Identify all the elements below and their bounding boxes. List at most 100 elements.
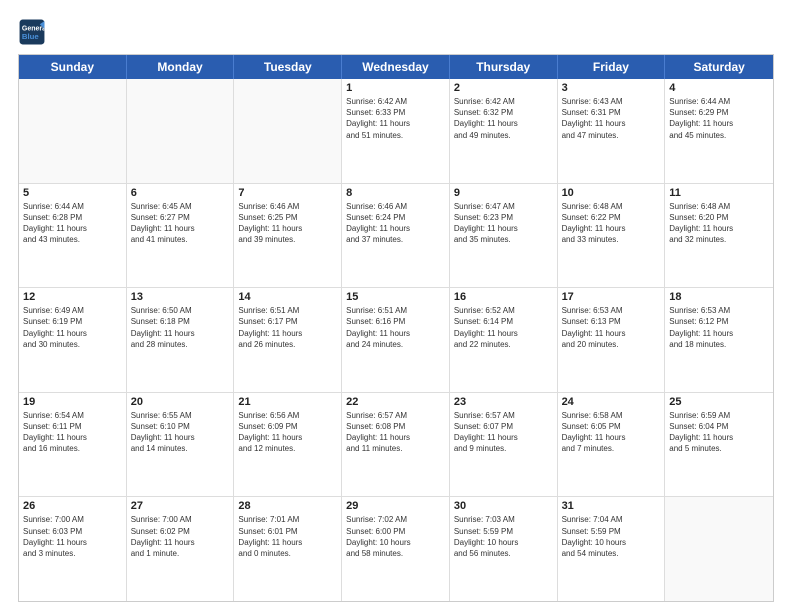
day-cell [127, 79, 235, 183]
day-cell [665, 497, 773, 601]
day-cell: 18 Sunrise: 6:53 AM Sunset: 6:12 PM Dayli… [665, 288, 773, 392]
day-info: Sunrise: 7:04 AM Sunset: 5:59 PM Dayligh… [562, 514, 661, 559]
day-number: 10 [562, 187, 661, 199]
logo: General Blue [18, 18, 46, 46]
day-number: 23 [454, 396, 553, 408]
day-info: Sunrise: 6:45 AM Sunset: 6:27 PM Dayligh… [131, 201, 230, 246]
day-info: Sunrise: 7:02 AM Sunset: 6:00 PM Dayligh… [346, 514, 445, 559]
day-number: 21 [238, 396, 337, 408]
day-cell: 13 Sunrise: 6:50 AM Sunset: 6:18 PM Dayli… [127, 288, 235, 392]
day-header: Sunday [19, 55, 127, 79]
header: General Blue [18, 18, 774, 46]
day-cell: 15 Sunrise: 6:51 AM Sunset: 6:16 PM Dayli… [342, 288, 450, 392]
day-info: Sunrise: 7:00 AM Sunset: 6:03 PM Dayligh… [23, 514, 122, 559]
week-row: 12 Sunrise: 6:49 AM Sunset: 6:19 PM Dayli… [19, 288, 773, 393]
day-number: 29 [346, 500, 445, 512]
day-cell: 26 Sunrise: 7:00 AM Sunset: 6:03 PM Dayli… [19, 497, 127, 601]
day-number: 4 [669, 82, 769, 94]
day-info: Sunrise: 6:56 AM Sunset: 6:09 PM Dayligh… [238, 410, 337, 455]
day-header: Monday [127, 55, 235, 79]
day-number: 8 [346, 187, 445, 199]
day-info: Sunrise: 6:53 AM Sunset: 6:13 PM Dayligh… [562, 305, 661, 350]
day-info: Sunrise: 6:58 AM Sunset: 6:05 PM Dayligh… [562, 410, 661, 455]
day-cell: 4Sunrise: 6:44 AM Sunset: 6:29 PM Daylig… [665, 79, 773, 183]
day-info: Sunrise: 6:59 AM Sunset: 6:04 PM Dayligh… [669, 410, 769, 455]
day-info: Sunrise: 6:46 AM Sunset: 6:24 PM Dayligh… [346, 201, 445, 246]
day-number: 27 [131, 500, 230, 512]
day-info: Sunrise: 6:57 AM Sunset: 6:08 PM Dayligh… [346, 410, 445, 455]
day-number: 18 [669, 291, 769, 303]
day-number: 13 [131, 291, 230, 303]
day-cell: 8 Sunrise: 6:46 AM Sunset: 6:24 PM Daylig… [342, 184, 450, 288]
day-number: 9 [454, 187, 553, 199]
day-info: Sunrise: 6:47 AM Sunset: 6:23 PM Dayligh… [454, 201, 553, 246]
day-number: 20 [131, 396, 230, 408]
day-number: 14 [238, 291, 337, 303]
day-info: Sunrise: 7:01 AM Sunset: 6:01 PM Dayligh… [238, 514, 337, 559]
day-cell: 17 Sunrise: 6:53 AM Sunset: 6:13 PM Dayli… [558, 288, 666, 392]
day-cell: 28 Sunrise: 7:01 AM Sunset: 6:01 PM Dayli… [234, 497, 342, 601]
day-info: Sunrise: 6:51 AM Sunset: 6:16 PM Dayligh… [346, 305, 445, 350]
day-cell: 20 Sunrise: 6:55 AM Sunset: 6:10 PM Dayli… [127, 393, 235, 497]
day-cell: 3Sunrise: 6:43 AM Sunset: 6:31 PM Daylig… [558, 79, 666, 183]
day-cell: 21 Sunrise: 6:56 AM Sunset: 6:09 PM Dayli… [234, 393, 342, 497]
day-cell [19, 79, 127, 183]
day-cell: 14 Sunrise: 6:51 AM Sunset: 6:17 PM Dayli… [234, 288, 342, 392]
day-cell: 27Sunrise: 7:00 AM Sunset: 6:02 PM Dayli… [127, 497, 235, 601]
day-cell: 19 Sunrise: 6:54 AM Sunset: 6:11 PM Dayli… [19, 393, 127, 497]
day-number: 12 [23, 291, 122, 303]
day-cell: 23 Sunrise: 6:57 AM Sunset: 6:07 PM Dayli… [450, 393, 558, 497]
day-cell: 2 Sunrise: 6:42 AM Sunset: 6:32 PM Daylig… [450, 79, 558, 183]
day-number: 1 [346, 82, 445, 94]
day-info: Sunrise: 6:54 AM Sunset: 6:11 PM Dayligh… [23, 410, 122, 455]
day-cell: 6Sunrise: 6:45 AM Sunset: 6:27 PM Daylig… [127, 184, 235, 288]
day-info: Sunrise: 6:49 AM Sunset: 6:19 PM Dayligh… [23, 305, 122, 350]
day-info: Sunrise: 6:46 AM Sunset: 6:25 PM Dayligh… [238, 201, 337, 246]
day-info: Sunrise: 6:50 AM Sunset: 6:18 PM Dayligh… [131, 305, 230, 350]
day-info: Sunrise: 6:48 AM Sunset: 6:20 PM Dayligh… [669, 201, 769, 246]
page: General Blue SundayMondayTuesdayWednesda… [0, 0, 792, 612]
day-cell: 10 Sunrise: 6:48 AM Sunset: 6:22 PM Dayli… [558, 184, 666, 288]
day-cell: 24 Sunrise: 6:58 AM Sunset: 6:05 PM Dayli… [558, 393, 666, 497]
day-info: Sunrise: 6:55 AM Sunset: 6:10 PM Dayligh… [131, 410, 230, 455]
logo-icon: General Blue [18, 18, 46, 46]
day-number: 31 [562, 500, 661, 512]
day-headers: SundayMondayTuesdayWednesdayThursdayFrid… [19, 55, 773, 79]
day-header: Wednesday [342, 55, 450, 79]
day-cell: 31 Sunrise: 7:04 AM Sunset: 5:59 PM Dayli… [558, 497, 666, 601]
day-number: 17 [562, 291, 661, 303]
day-cell: 30Sunrise: 7:03 AM Sunset: 5:59 PM Dayli… [450, 497, 558, 601]
day-number: 16 [454, 291, 553, 303]
day-number: 11 [669, 187, 769, 199]
day-info: Sunrise: 7:03 AM Sunset: 5:59 PM Dayligh… [454, 514, 553, 559]
day-cell: 1 Sunrise: 6:42 AM Sunset: 6:33 PM Daylig… [342, 79, 450, 183]
day-info: Sunrise: 6:48 AM Sunset: 6:22 PM Dayligh… [562, 201, 661, 246]
day-number: 25 [669, 396, 769, 408]
svg-text:Blue: Blue [22, 32, 40, 41]
day-number: 22 [346, 396, 445, 408]
day-cell: 16Sunrise: 6:52 AM Sunset: 6:14 PM Dayli… [450, 288, 558, 392]
day-info: Sunrise: 6:53 AM Sunset: 6:12 PM Dayligh… [669, 305, 769, 350]
day-number: 2 [454, 82, 553, 94]
day-header: Thursday [450, 55, 558, 79]
calendar: SundayMondayTuesdayWednesdayThursdayFrid… [18, 54, 774, 602]
day-number: 15 [346, 291, 445, 303]
day-number: 26 [23, 500, 122, 512]
day-header: Tuesday [234, 55, 342, 79]
day-cell: 22 Sunrise: 6:57 AM Sunset: 6:08 PM Dayli… [342, 393, 450, 497]
day-number: 19 [23, 396, 122, 408]
day-number: 24 [562, 396, 661, 408]
day-info: Sunrise: 6:51 AM Sunset: 6:17 PM Dayligh… [238, 305, 337, 350]
day-cell: 9 Sunrise: 6:47 AM Sunset: 6:23 PM Daylig… [450, 184, 558, 288]
day-header: Saturday [665, 55, 773, 79]
day-number: 7 [238, 187, 337, 199]
day-info: Sunrise: 6:42 AM Sunset: 6:32 PM Dayligh… [454, 96, 553, 141]
week-row: 26 Sunrise: 7:00 AM Sunset: 6:03 PM Dayli… [19, 497, 773, 601]
day-info: Sunrise: 6:57 AM Sunset: 6:07 PM Dayligh… [454, 410, 553, 455]
day-cell: 7 Sunrise: 6:46 AM Sunset: 6:25 PM Daylig… [234, 184, 342, 288]
day-cell: 11 Sunrise: 6:48 AM Sunset: 6:20 PM Dayli… [665, 184, 773, 288]
calendar-body: 1 Sunrise: 6:42 AM Sunset: 6:33 PM Daylig… [19, 79, 773, 601]
day-info: Sunrise: 6:42 AM Sunset: 6:33 PM Dayligh… [346, 96, 445, 141]
week-row: 5Sunrise: 6:44 AM Sunset: 6:28 PM Daylig… [19, 184, 773, 289]
day-number: 28 [238, 500, 337, 512]
